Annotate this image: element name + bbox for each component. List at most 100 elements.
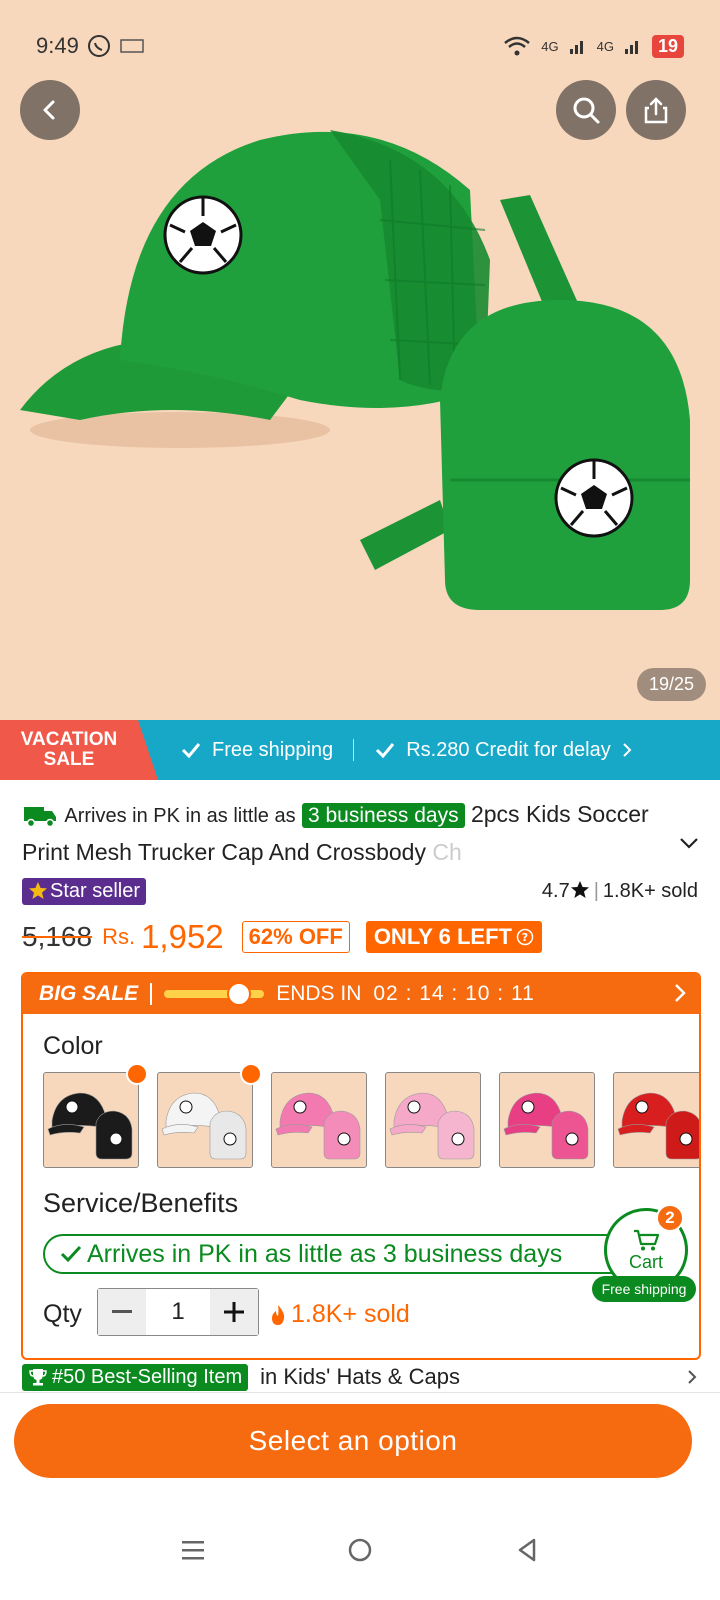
network-4g-2: 4G [596, 38, 614, 54]
rating-summary[interactable]: 4.7 | 1.8K+ sold [542, 880, 698, 903]
qty-increase-button[interactable] [210, 1289, 258, 1335]
qty-decrease-button[interactable] [98, 1289, 146, 1335]
check-icon [181, 743, 201, 759]
cart-label: Cart [628, 1251, 663, 1272]
hot-flame-icon [240, 1063, 262, 1085]
qty-label: Qty [43, 1300, 82, 1328]
clock: 9:49 [36, 33, 79, 58]
battery-indicator: 19 [651, 34, 684, 58]
service-benefits-label: Service/Benefits [43, 1188, 239, 1218]
color-swatch-pink[interactable] [271, 1072, 367, 1168]
cart-count-badge: 2 [656, 1204, 684, 1232]
select-option-button[interactable]: Select an option [14, 1404, 692, 1478]
ends-in-label: ENDS IN [276, 982, 362, 1005]
product-title[interactable]: Arrives in PK in as little as 3 business… [22, 796, 700, 870]
product-options-panel: BIG SALE ENDS IN 02 : 14 : 10 : 11 Color… [21, 972, 701, 1360]
credit-delay-label: Rs.280 Credit for delay [406, 738, 611, 761]
product-name-fade: Ch [432, 839, 462, 865]
minus-icon [112, 1310, 132, 1313]
search-button[interactable] [556, 80, 616, 140]
color-swatch-red[interactable] [613, 1072, 699, 1168]
color-section-label: Color [43, 1032, 103, 1060]
star-seller-badge[interactable]: Star seller [22, 877, 147, 905]
star-icon [570, 880, 589, 898]
svg-text:?: ? [522, 931, 528, 944]
swatch-product-image [275, 1092, 361, 1160]
free-shipping-label: Free shipping [212, 738, 334, 761]
expand-title-chevron-icon[interactable] [678, 836, 700, 850]
countdown-timer: 02 : 14 : 10 : 11 [373, 982, 535, 1005]
color-swatch-light-pink[interactable] [385, 1072, 481, 1168]
star-icon [29, 882, 47, 899]
stock-left-label: ONLY 6 LEFT [373, 924, 512, 949]
chevron-right-icon [675, 984, 686, 1002]
star-seller-label: Star seller [50, 879, 141, 902]
vacation-line1: VACATION [20, 729, 118, 750]
sale-divider [150, 983, 153, 1005]
sale-progress-bar [164, 982, 265, 1006]
network-4g-1: 4G [541, 38, 559, 54]
back-button[interactable] [20, 80, 80, 140]
clock-icon [227, 982, 252, 1006]
banner-divider [353, 739, 355, 761]
rating-divider: | [593, 879, 599, 902]
signal-icon [624, 41, 638, 54]
share-icon [644, 97, 668, 124]
swatch-product-image [47, 1092, 133, 1160]
vacation-sale-tag: VACATION SALE [0, 720, 158, 780]
quantity-stepper: 1 [97, 1288, 259, 1336]
check-icon [60, 1245, 82, 1263]
best-selling-category: in Kids' Hats & Caps [260, 1364, 460, 1389]
swatch-product-image [389, 1092, 475, 1160]
discount-badge: 62% OFF [241, 921, 350, 953]
color-swatch-list [43, 1063, 699, 1168]
back-nav-icon[interactable] [514, 1537, 540, 1563]
best-selling-label: #50 Best-Selling Item [52, 1365, 243, 1388]
recent-apps-icon[interactable] [180, 1537, 206, 1563]
flame-icon [272, 1304, 285, 1325]
big-sale-label: BIG SALE [39, 982, 139, 1005]
product-image-carousel[interactable]: 9:49 4G 4G 19 19/25 [0, 0, 720, 720]
rating-value: 4.7 [541, 879, 570, 902]
cart-icon [634, 1229, 660, 1250]
stock-left-badge[interactable]: ONLY 6 LEFT ? [365, 921, 542, 953]
price-row: 5,168 Rs. 1,952 62% OFF ONLY 6 LEFT ? [22, 918, 542, 956]
swatch-product-image [161, 1092, 247, 1160]
best-selling-row[interactable]: #50 Best-Selling Item in Kids' Hats & Ca… [22, 1362, 698, 1392]
original-price: 5,168 [22, 921, 93, 952]
home-icon[interactable] [347, 1537, 373, 1563]
qty-value[interactable]: 1 [146, 1289, 210, 1335]
delivery-benefit-text: Arrives in PK in as little as 3 business… [87, 1239, 563, 1268]
seller-rating-row: Star seller 4.7 | 1.8K+ sold [22, 876, 698, 906]
sale-price: 1,952 [141, 918, 224, 955]
trophy-icon [29, 1369, 47, 1386]
system-navigation-bar [0, 1500, 720, 1600]
chevron-right-icon [623, 743, 632, 757]
share-button[interactable] [626, 80, 686, 140]
swatch-product-image [503, 1092, 589, 1160]
temu-notification-icon [120, 39, 144, 53]
check-icon [376, 743, 395, 759]
delivery-truck-icon [24, 806, 56, 828]
vacation-sale-banner[interactable]: VACATION SALE Free shipping Rs.280 Credi… [0, 720, 720, 780]
color-swatch-rose[interactable] [499, 1072, 595, 1168]
swatch-product-image [617, 1092, 699, 1160]
qty-sold-label: 1.8K+ sold [291, 1300, 410, 1328]
search-icon [573, 97, 600, 124]
image-counter: 19/25 [636, 668, 706, 701]
arrives-prefix: Arrives in PK in as little as [64, 805, 296, 827]
chevron-right-icon [688, 1370, 697, 1384]
hot-flame-icon [126, 1063, 148, 1085]
section-divider [0, 1392, 720, 1393]
cart-free-shipping-tag: Free shipping [592, 1276, 696, 1302]
wifi-icon [504, 36, 531, 56]
plus-icon [224, 1302, 244, 1322]
currency-label: Rs. [102, 924, 136, 949]
big-sale-header[interactable]: BIG SALE ENDS IN 02 : 14 : 10 : 11 [23, 974, 699, 1014]
color-swatch-black[interactable] [43, 1063, 148, 1168]
qty-sold-count: 1.8K+ sold [269, 1300, 410, 1329]
business-days-badge: 3 business days [301, 803, 465, 828]
color-swatch-white[interactable] [157, 1063, 262, 1168]
whatsapp-icon [87, 35, 110, 57]
delivery-benefit-pill[interactable]: Arrives in PK in as little as 3 business… [43, 1234, 643, 1274]
